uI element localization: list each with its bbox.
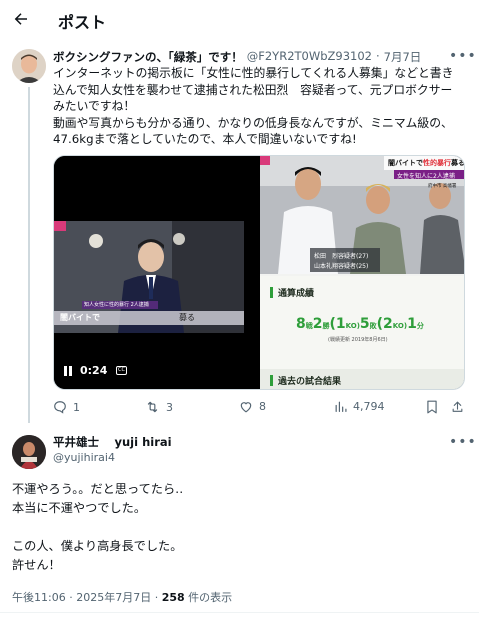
author-handle[interactable]: @F2YR2T0WbZ93102 xyxy=(247,49,372,65)
more-button[interactable]: ••• xyxy=(449,434,477,450)
tweet-text-line: 47.6kgまで落としていたので、本人で間違いないですね! xyxy=(53,132,357,146)
record-num: 2 xyxy=(312,316,323,332)
record-panel: 通算成績 8戦2勝(1KO)5敗(2KO)1分 (戦績更新 2019年8月6日)… xyxy=(260,276,464,389)
separator-dot: · xyxy=(376,49,380,63)
avatar[interactable] xyxy=(12,435,46,469)
record-update-note: (戦績更新 2019年8月6日) xyxy=(328,337,388,343)
record-unit: 戦 xyxy=(305,322,313,330)
record-num: 5 xyxy=(359,316,370,332)
photo-collage[interactable]: 闇バイトで性的暴行募る 女性を知人に2人逮捕 府中市 高幡署 松田 烈容疑者(2… xyxy=(260,156,465,389)
video-caption-bar: 闇バイトで xyxy=(60,313,100,322)
separator-dot: · xyxy=(154,591,159,604)
tweet-actions: 1 3 8 4,794 xyxy=(53,400,465,418)
video-time: 0:24 xyxy=(80,364,108,377)
reply-button[interactable]: 1 xyxy=(53,400,80,414)
tweet-text-line: この人、僕より高身長でした。 xyxy=(12,539,183,553)
author-handle[interactable]: @yujihirai4 xyxy=(53,451,115,464)
more-horizontal-icon: ••• xyxy=(449,48,477,64)
share-icon xyxy=(452,401,463,412)
views-label: 件の表示 xyxy=(188,591,233,604)
divider xyxy=(0,612,479,613)
share-button[interactable] xyxy=(451,400,464,414)
record-num: (1 xyxy=(329,316,346,332)
record-num: 8 xyxy=(296,316,306,332)
author-name[interactable]: 平井雄士 yuji hirai xyxy=(53,434,172,450)
retweet-icon xyxy=(147,401,158,413)
tweet-text: インターネットの掲示板に「女性に性的暴行してくれる人募集」などと書き 込んで知人… xyxy=(53,65,468,148)
record-unit: 勝 xyxy=(322,322,330,330)
tweet-text-line: 動画や写真からも分かる通り、かなりの低身長なんですが、ミニマム級の、 xyxy=(53,115,453,130)
photo-sub-badge: 女性を知人に2人逮捕 xyxy=(397,173,455,180)
tweet-text-line: みたいですね！ xyxy=(53,99,136,113)
heart-icon xyxy=(240,402,252,413)
views-button[interactable]: 4,794 xyxy=(334,400,385,413)
views-number: 258 xyxy=(161,591,185,604)
like-button[interactable]: 8 xyxy=(239,400,266,413)
more-horizontal-icon: ••• xyxy=(449,434,477,450)
more-button[interactable]: ••• xyxy=(449,48,477,64)
tweet-meta: 午後11:06 · 2025年7月7日 · 258 件の表示 xyxy=(12,589,232,605)
record-line: 8戦2勝(1KO)5敗(2KO)1分 xyxy=(296,313,424,332)
video-caption-badge: 知人女性に性的暴行 2人逮捕 xyxy=(84,302,149,308)
tweet-text-line: 不運やろう。。だと思ってたら‥ xyxy=(12,482,184,496)
photo-headline: 闇バイトで性的暴行募る xyxy=(388,158,465,168)
reply-count: 1 xyxy=(73,400,80,414)
record-unit: 分 xyxy=(416,322,424,330)
photo-headline-red: 性的暴行 xyxy=(423,159,451,167)
pause-icon[interactable] xyxy=(64,365,73,376)
tweet-header: ボクシングファンの、「緑茶」です！ @F2YR2T0WbZ93102 · 7月7… xyxy=(53,49,421,65)
bookmark-button[interactable] xyxy=(426,400,438,414)
video-controls: 0:24 xyxy=(64,364,107,377)
reply-icon xyxy=(54,401,66,414)
record-num: (2 xyxy=(376,316,393,332)
avatar[interactable] xyxy=(12,49,46,83)
photo-corner-text: 府中市 高幡署 xyxy=(428,184,457,189)
retweet-count: 3 xyxy=(166,400,173,414)
record-unit: 敗 xyxy=(369,322,377,330)
page-title: ポスト xyxy=(58,13,107,32)
video-player[interactable]: 知人女性に性的暴行 2人逮捕 闇バイトで 募る 0:24 CC xyxy=(54,156,258,389)
news-photo: 闇バイトで性的暴行募る 女性を知人に2人逮捕 府中市 高幡署 松田 烈容疑者(2… xyxy=(260,156,465,274)
thread-connector xyxy=(28,87,30,423)
arrow-left-icon xyxy=(14,13,27,25)
photo-headline-post: 募る xyxy=(451,159,465,167)
bookmark-icon xyxy=(427,400,437,414)
top-bar: ポスト xyxy=(0,0,479,38)
tweet-text-line: インターネットの掲示板に「女性に性的暴行してくれる人募集」などと書き xyxy=(53,66,454,80)
record-section-title: 通算成績 xyxy=(270,286,314,299)
media-grid: 知人女性に性的暴行 2人逮捕 闇バイトで 募る 0:24 CC 闇バイトで性的暴… xyxy=(53,155,465,390)
tweet-date[interactable]: 2025年7月7日 xyxy=(76,591,151,604)
bar-chart-icon xyxy=(335,401,347,412)
author-name[interactable]: ボクシングファンの、「緑茶」です！ xyxy=(53,49,243,65)
separator-dot: · xyxy=(69,591,73,604)
past-results-title: 過去の試合結果 xyxy=(260,369,464,389)
tweet-text-line: 込んで知人女性を襲わせて逮捕された松田烈 容疑者って、元プロボクサー xyxy=(53,82,453,97)
tweet-time[interactable]: 午後11:06 xyxy=(12,591,66,604)
back-button[interactable] xyxy=(10,8,32,30)
photo-name-label: 山本礼翔容疑者(25) xyxy=(314,263,369,270)
video-frame: 知人女性に性的暴行 2人逮捕 闇バイトで 募る xyxy=(54,221,244,333)
record-unit: KO) xyxy=(345,322,360,330)
like-count: 8 xyxy=(259,400,266,413)
tweet-date[interactable]: 7月7日 xyxy=(384,49,422,65)
record-unit: KO) xyxy=(392,322,408,330)
retweet-button[interactable]: 3 xyxy=(145,400,173,414)
video-caption-tail: 募る xyxy=(179,313,195,322)
tweet-text-line xyxy=(12,518,467,537)
tweet-text: 不運やろう。。だと思ってたら‥ 本当に不運やつでした。 この人、僕より高身長でし… xyxy=(12,480,467,575)
photo-name-label: 松田 烈容疑者(27) xyxy=(314,253,369,260)
record-num: 1 xyxy=(407,316,417,332)
tweet-text-line: 許せん！ xyxy=(12,558,61,572)
tweet-text-line: 本当に不運やつでした。 xyxy=(12,501,147,515)
photo-headline-pre: 闇バイトで xyxy=(388,159,423,167)
captions-icon[interactable]: CC xyxy=(116,366,127,375)
views-count: 4,794 xyxy=(353,400,385,413)
